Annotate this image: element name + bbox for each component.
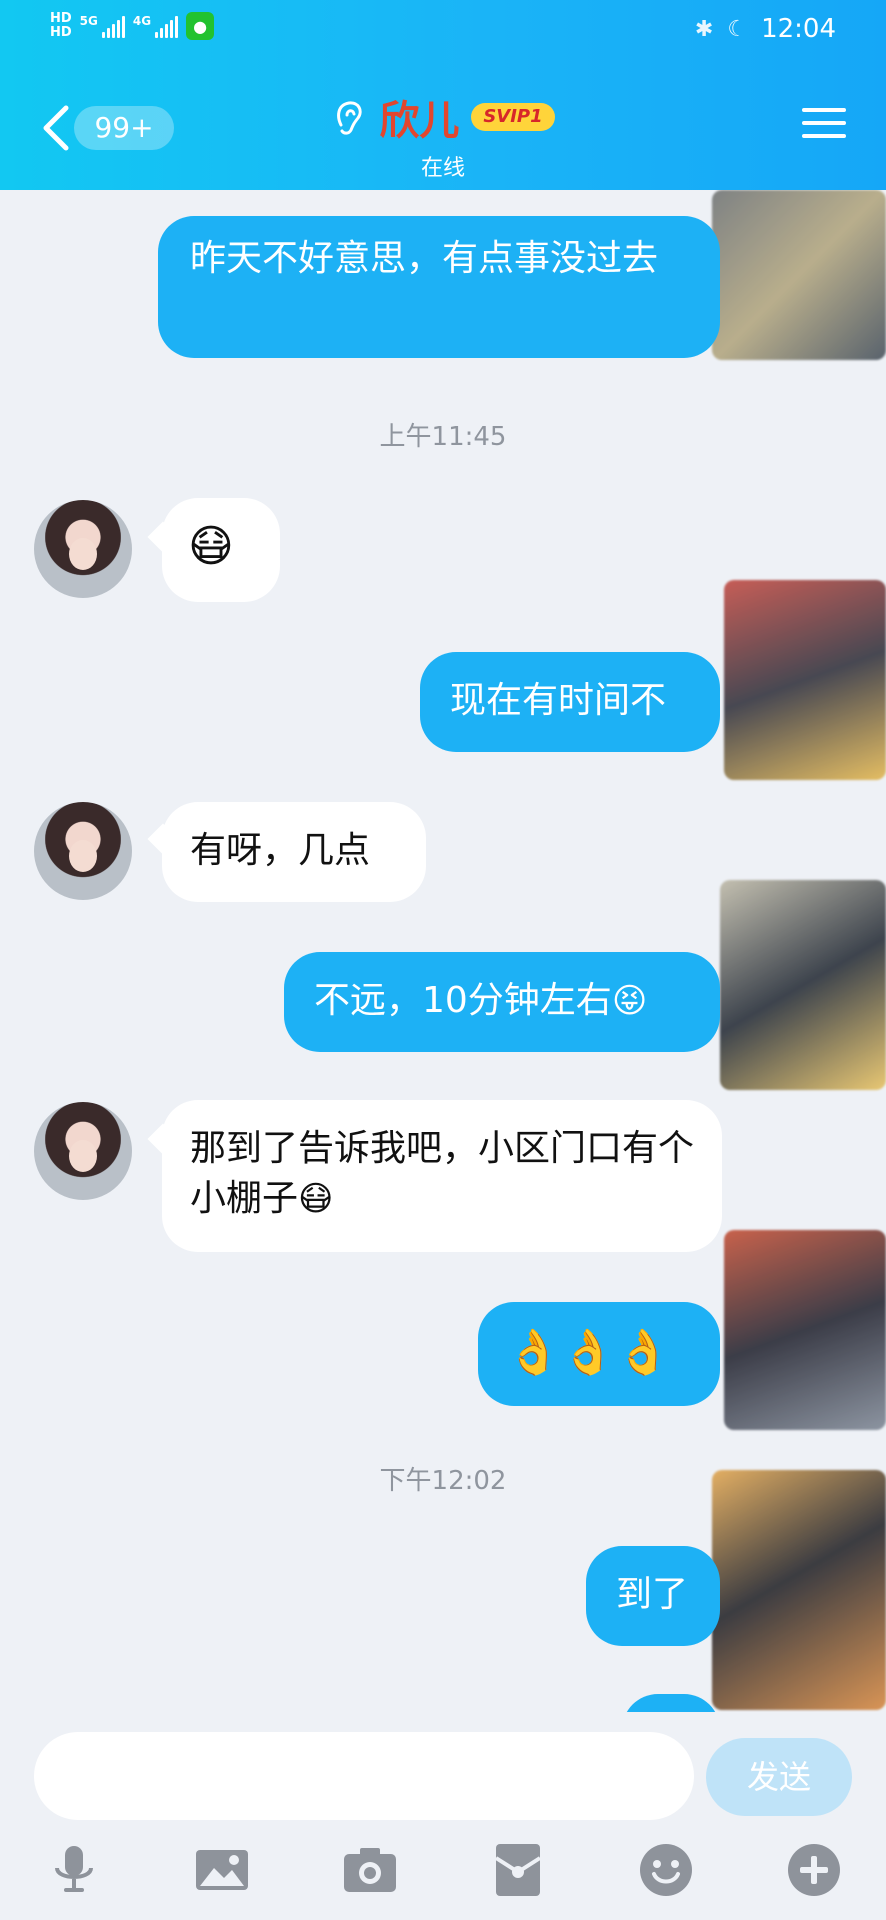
hd-indicators: HD HD — [50, 12, 72, 40]
contact-avatar[interactable] — [34, 500, 132, 598]
outgoing-message-bubble[interactable]: 到了 — [586, 1546, 720, 1646]
contact-online-status: 在线 — [420, 156, 465, 181]
incoming-message-bubble[interactable]: 😷 — [162, 498, 280, 602]
contact-avatar[interactable] — [34, 1102, 132, 1200]
incoming-message-bubble[interactable]: 有呀，几点 — [162, 802, 426, 902]
contact-avatar[interactable] — [34, 802, 132, 900]
redaction-scribble — [712, 1470, 886, 1710]
signal-icon-1: 5G — [80, 14, 125, 38]
message-timestamp: 下午12:02 — [379, 1466, 507, 1496]
chat-message-list[interactable]: 昨天不好意思，有点事没过去 上午11:45 😷 现在有时间不 有呀，几点 不远，… — [0, 190, 886, 1712]
message-text: 到了 — [616, 1574, 689, 1615]
composer: 发送 — [0, 1712, 886, 1920]
outgoing-message-bubble[interactable]: 现在有时间不 — [420, 652, 720, 752]
message-timestamp: 上午11:45 — [379, 422, 507, 452]
message-text: 那到了告诉我吧，小区门口有个小棚子 — [190, 1128, 695, 1219]
microphone-icon[interactable] — [44, 1840, 104, 1900]
do-not-disturb-icon: ☾ — [727, 16, 748, 42]
network-type-2: 4G — [132, 14, 152, 28]
red-packet-icon[interactable] — [488, 1840, 548, 1900]
redaction-scribble — [724, 580, 886, 780]
ear-icon[interactable] — [331, 97, 367, 137]
contact-name: 欣儿 — [379, 98, 460, 144]
signal-icon-2: 4G — [132, 14, 179, 38]
contact-title-line: 欣儿 SVIP1 — [331, 88, 555, 146]
outgoing-message-bubble[interactable]: 👌👌👌 — [478, 1302, 720, 1406]
outgoing-message-bubble[interactable]: 不远，10分钟左右😝 — [284, 952, 720, 1052]
redaction-scribble — [720, 880, 886, 1090]
message-text: 有呀，几点 — [190, 830, 371, 871]
message-text: 昨天不好意思，有点事没过去 — [190, 238, 659, 279]
incoming-message-bubble[interactable]: 那到了告诉我吧，小区门口有个小棚子😷 — [162, 1100, 722, 1252]
chat-header: HD HD 5G 4G ● ✱ ☾ 12:04 99+ 欣儿 SVIP1 在线 — [0, 0, 886, 190]
contact-title: 欣儿 SVIP1 在线 — [0, 88, 886, 182]
hd-badge-1: HD — [50, 11, 72, 26]
send-button[interactable]: 发送 — [706, 1738, 852, 1816]
hd-badge-2: HD — [50, 25, 72, 40]
outgoing-message-bubble-partial[interactable] — [622, 1694, 720, 1712]
ok-hand-emojis: 👌👌👌 — [506, 1327, 671, 1378]
grinning-tongue-emoji: 😝 — [611, 981, 648, 1021]
plus-icon[interactable] — [784, 1840, 844, 1900]
redaction-scribble — [712, 190, 886, 360]
wechat-notification-icon: ● — [186, 12, 215, 40]
clock: 12:04 — [761, 14, 836, 44]
status-bar-right: ✱ ☾ 12:04 — [695, 14, 836, 44]
status-bar: HD HD 5G 4G ● ✱ ☾ 12:04 — [0, 0, 886, 62]
svip-badge: SVIP1 — [471, 103, 555, 131]
status-bar-left: HD HD 5G 4G ● — [50, 12, 215, 40]
outgoing-message-bubble[interactable]: 昨天不好意思，有点事没过去 — [158, 216, 720, 358]
composer-toolbar — [0, 1840, 886, 1910]
bluetooth-icon: ✱ — [694, 16, 714, 42]
network-type-1: 5G — [79, 14, 98, 28]
message-input[interactable] — [34, 1732, 694, 1820]
message-text: 现在有时间不 — [450, 680, 667, 721]
camera-icon[interactable] — [340, 1840, 400, 1900]
mask-emoji: 😷 — [298, 1179, 334, 1219]
emoji-icon[interactable] — [636, 1840, 696, 1900]
message-text: 不远，10分钟左右 — [314, 980, 612, 1021]
redaction-scribble — [724, 1230, 886, 1430]
menu-button[interactable] — [802, 108, 846, 144]
message-emoji: 😷 — [188, 521, 234, 572]
image-icon[interactable] — [192, 1840, 252, 1900]
